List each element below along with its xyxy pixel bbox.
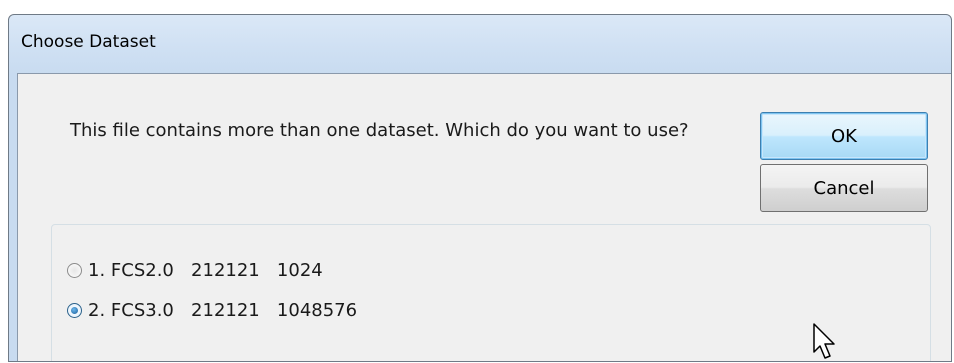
choose-dataset-dialog: Choose Dataset This file contains more t… — [8, 14, 952, 362]
cancel-button[interactable]: Cancel — [760, 164, 928, 212]
mouse-pointer-icon — [813, 323, 835, 359]
ok-button[interactable]: OK — [760, 112, 928, 160]
radio-unchecked-icon[interactable] — [67, 263, 82, 278]
dialog-title: Choose Dataset — [21, 32, 156, 52]
dataset-options-group: 1. FCS2.0 212121 1024 2. FCS3.0 212121 1… — [51, 224, 931, 361]
dialog-body: This file contains more than one dataset… — [17, 73, 951, 361]
dataset-option-label: 1. FCS2.0 212121 1024 — [88, 260, 323, 281]
title-bar[interactable]: Choose Dataset — [9, 15, 951, 75]
radio-checked-icon[interactable] — [67, 303, 82, 318]
prompt-message: This file contains more than one dataset… — [70, 120, 689, 141]
dataset-option-1[interactable]: 1. FCS2.0 212121 1024 — [67, 260, 323, 281]
dataset-option-label: 2. FCS3.0 212121 1048576 — [88, 300, 358, 321]
dataset-option-2[interactable]: 2. FCS3.0 212121 1048576 — [67, 300, 357, 321]
